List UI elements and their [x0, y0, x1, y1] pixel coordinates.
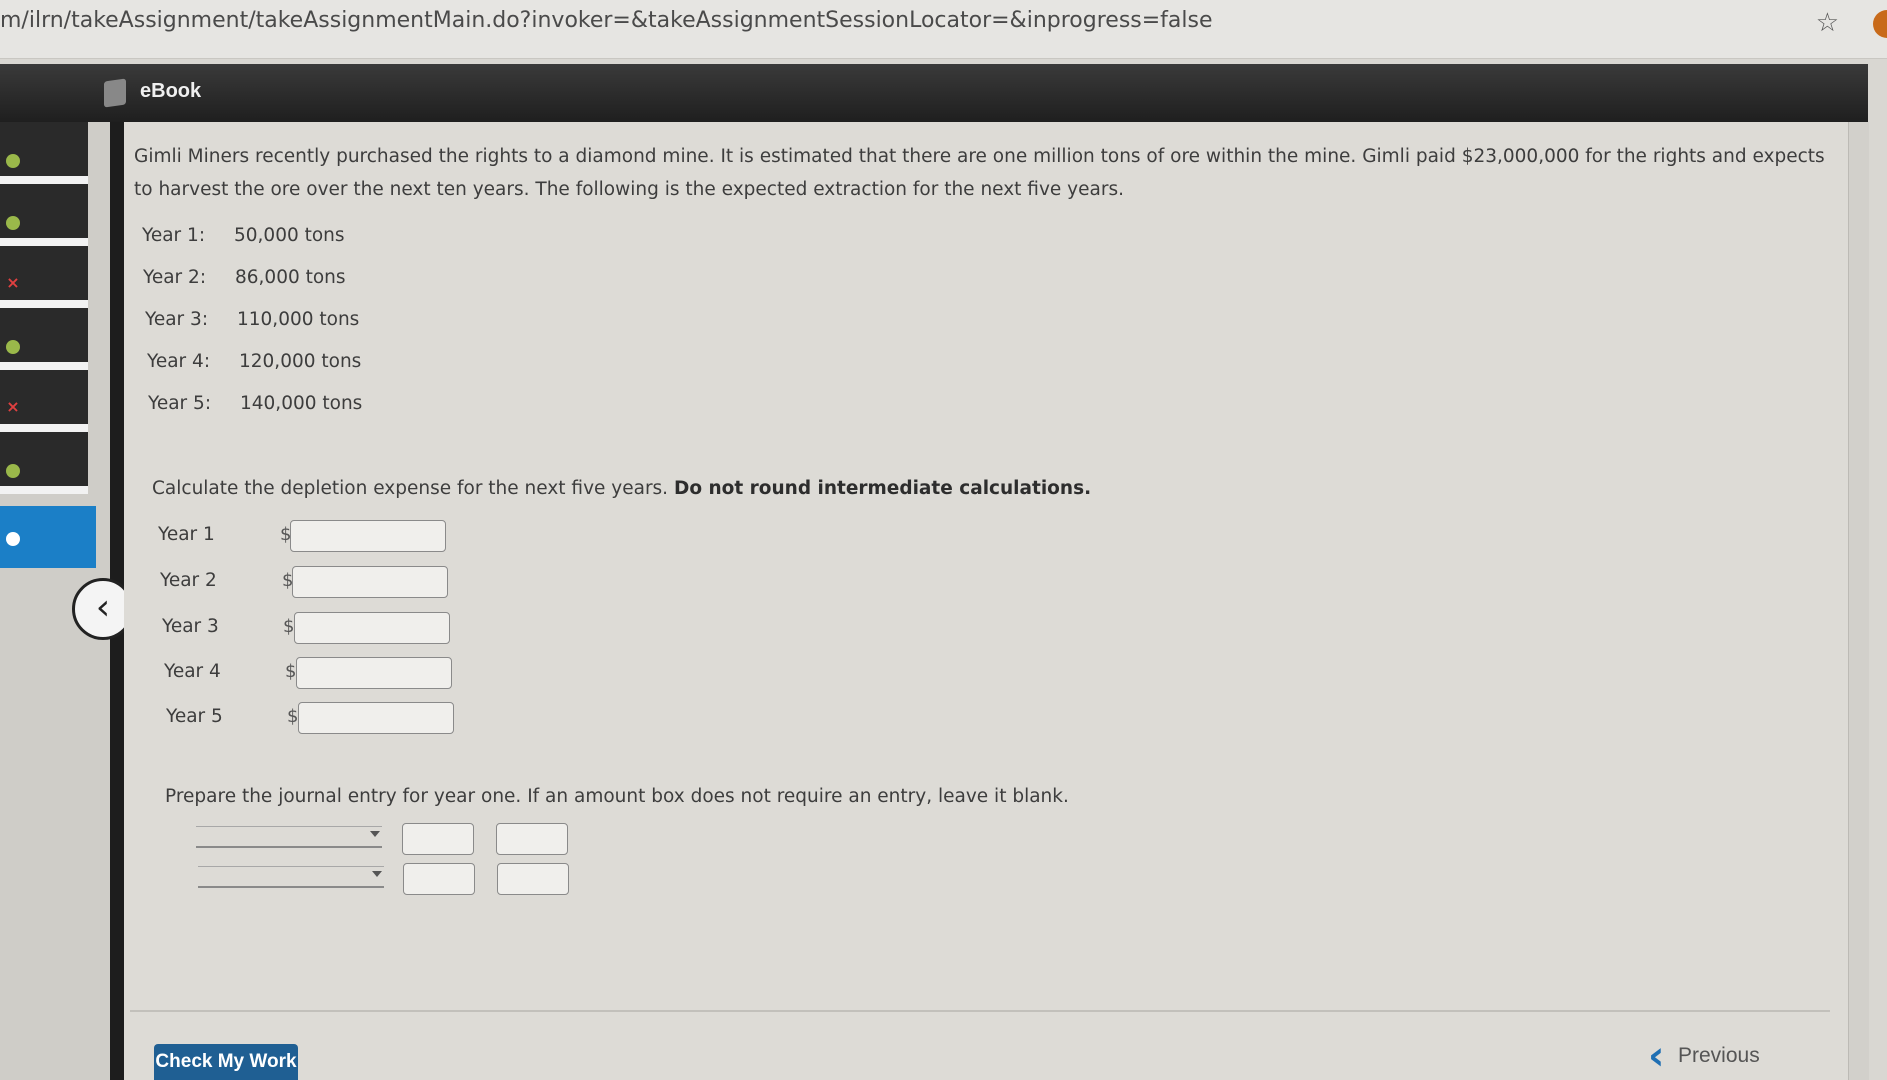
extraction-row-1: Year 1: 50,000 tons: [142, 225, 345, 246]
depletion-year-label: Year 3: [162, 616, 219, 637]
check-my-work-button[interactable]: Check My Work: [154, 1044, 298, 1080]
currency-symbol: $: [283, 616, 295, 637]
correct-check-icon: [6, 340, 20, 354]
journal-credit-input-1[interactable]: [496, 823, 568, 855]
instruction-bold-text: Do not round intermediate calculations.: [673, 478, 1092, 499]
journal-credit-input-2[interactable]: [497, 863, 569, 895]
dropdown-caret-icon: [370, 831, 380, 837]
bookmark-star-icon[interactable]: ☆: [1816, 8, 1839, 38]
nav-question-1[interactable]: [0, 122, 88, 184]
depletion-year-label: Year 1: [158, 524, 215, 545]
extraction-row-3: Year 3: 110,000 tons: [145, 309, 360, 330]
footer-divider: [130, 1010, 1830, 1012]
journal-instruction: Prepare the journal entry for year one. …: [165, 786, 1069, 807]
correct-check-icon: [6, 464, 20, 478]
instruction-text: Calculate the depletion expense for the …: [152, 478, 669, 499]
question-panel: [124, 122, 1868, 1080]
nav-question-5[interactable]: ×: [0, 370, 88, 432]
nav-question-2[interactable]: [0, 184, 88, 246]
url-text[interactable]: m/ilrn/takeAssignment/takeAssignmentMain…: [0, 8, 1213, 33]
current-question-dot-icon: [6, 532, 20, 546]
select-line: [198, 866, 384, 867]
journal-account-select-1[interactable]: [196, 826, 382, 848]
browser-address-bar[interactable]: m/ilrn/takeAssignment/takeAssignmentMain…: [0, 0, 1887, 59]
ebook-header: [0, 64, 1868, 122]
chevron-left-icon[interactable]: ‹: [1648, 1036, 1664, 1076]
nav-question-6[interactable]: [0, 432, 88, 494]
extraction-tons: 110,000 tons: [237, 309, 360, 330]
currency-symbol: $: [285, 661, 297, 682]
extraction-year-label: Year 3:: [145, 309, 209, 330]
depletion-year-1-input[interactable]: [290, 520, 446, 552]
extraction-year-label: Year 2:: [143, 267, 207, 288]
incorrect-x-icon: ×: [6, 273, 20, 292]
extraction-tons: 50,000 tons: [234, 225, 345, 246]
nav-question-4[interactable]: [0, 308, 88, 370]
extraction-year-label: Year 5:: [148, 393, 212, 414]
select-line: [196, 826, 382, 827]
book-icon[interactable]: [104, 78, 126, 108]
currency-symbol: $: [287, 706, 299, 727]
depletion-year-5-input[interactable]: [298, 702, 454, 734]
previous-button[interactable]: Previous: [1678, 1044, 1760, 1068]
dropdown-caret-icon: [372, 871, 382, 877]
depletion-year-3-input[interactable]: [294, 612, 450, 644]
depletion-year-4-input[interactable]: [296, 657, 452, 689]
correct-check-icon: [6, 154, 20, 168]
journal-account-select-2[interactable]: [198, 866, 384, 888]
ebook-link[interactable]: eBook: [140, 80, 201, 103]
journal-debit-input-1[interactable]: [402, 823, 474, 855]
depletion-year-label: Year 2: [160, 570, 217, 591]
depletion-year-label: Year 5: [166, 706, 223, 727]
nav-question-current[interactable]: [0, 506, 96, 568]
extraction-year-label: Year 4:: [147, 351, 211, 372]
depletion-instruction: Calculate the depletion expense for the …: [152, 478, 1091, 499]
nav-question-3[interactable]: ×: [0, 246, 88, 308]
problem-statement: Gimli Miners recently purchased the righ…: [134, 146, 1825, 200]
extraction-year-label: Year 1:: [142, 225, 206, 246]
incorrect-x-icon: ×: [6, 397, 20, 416]
extraction-row-4: Year 4: 120,000 tons: [147, 351, 362, 372]
journal-debit-input-2[interactable]: [403, 863, 475, 895]
extraction-row-2: Year 2: 86,000 tons: [143, 267, 346, 288]
extraction-tons: 140,000 tons: [240, 393, 363, 414]
extension-icon[interactable]: [1873, 10, 1887, 38]
extraction-row-5: Year 5: 140,000 tons: [148, 393, 363, 414]
correct-check-icon: [6, 216, 20, 230]
depletion-year-label: Year 4: [164, 661, 221, 682]
depletion-year-2-input[interactable]: [292, 566, 448, 598]
panel-edge: [1848, 122, 1869, 1080]
extraction-tons: 120,000 tons: [239, 351, 362, 372]
extraction-tons: 86,000 tons: [235, 267, 346, 288]
